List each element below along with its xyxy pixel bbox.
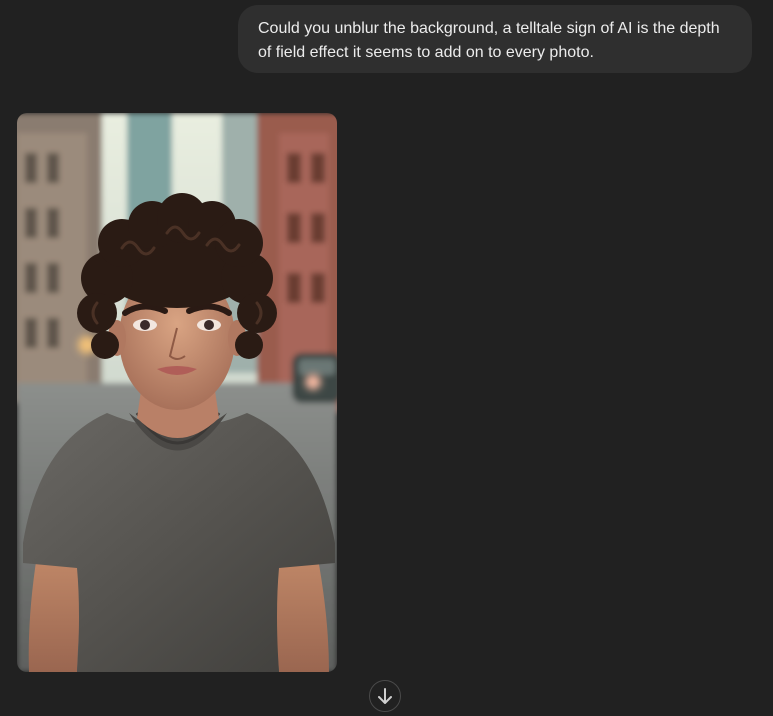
user-message-bubble: Could you unblur the background, a tellt…: [238, 5, 752, 73]
arrow-down-icon: [378, 688, 392, 704]
scroll-down-button[interactable]: [369, 680, 401, 712]
bokeh-light: [305, 374, 321, 390]
user-message-text: Could you unblur the background, a tellt…: [258, 20, 720, 61]
portrait-illustration: [17, 113, 337, 672]
generated-image[interactable]: [17, 113, 337, 672]
